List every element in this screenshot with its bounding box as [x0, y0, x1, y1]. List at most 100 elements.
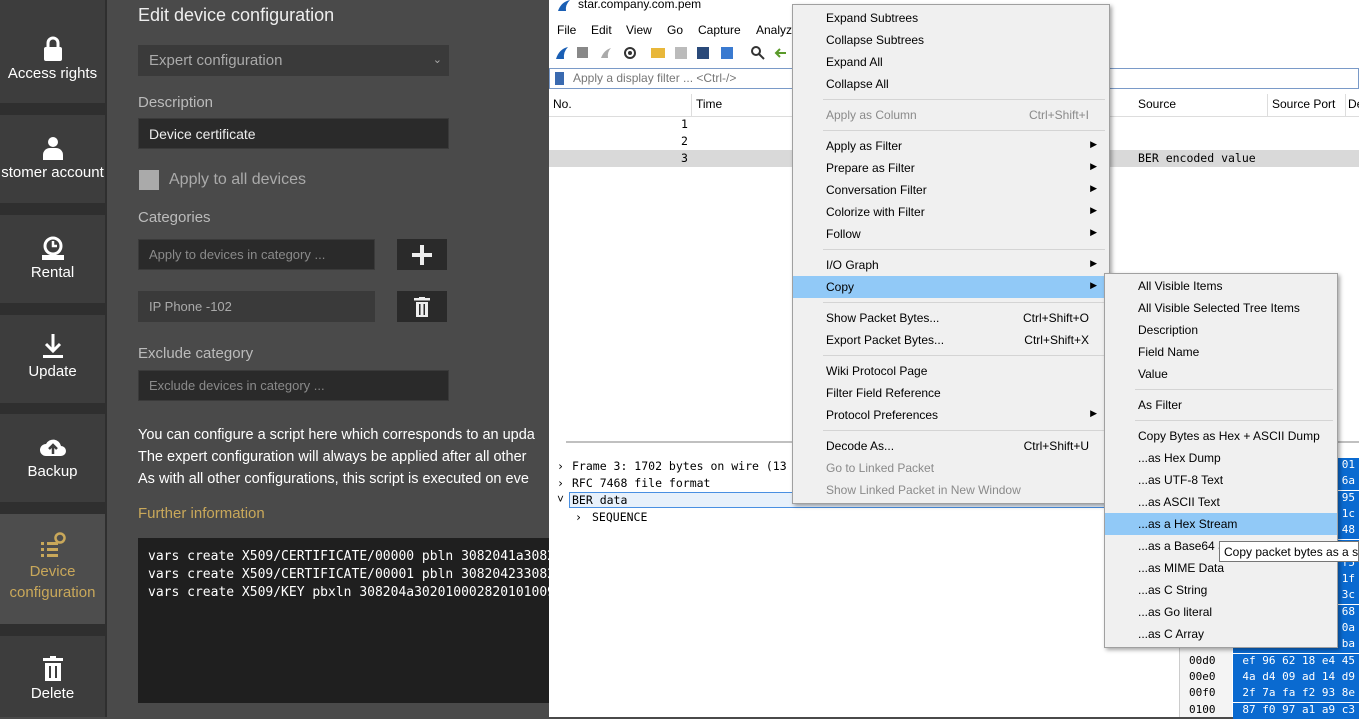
- detail-row[interactable]: RFC 7468 file format: [572, 476, 710, 490]
- menu-item[interactable]: Collapse Subtrees: [793, 29, 1109, 51]
- further-info-link[interactable]: Further information: [138, 505, 265, 522]
- menu-item[interactable]: Filter Field Reference: [793, 382, 1109, 404]
- capture-options-icon[interactable]: [623, 46, 637, 60]
- menu-item[interactable]: Colorize with Filter ▶: [793, 201, 1109, 223]
- hex-bytes[interactable]: 4a d4 09 ad 14 d9: [1233, 669, 1359, 686]
- apply-all-checkbox[interactable]: [139, 170, 159, 190]
- script-editor[interactable]: vars create X509/CERTIFICATE/00000 pbln …: [138, 538, 549, 703]
- menu-view[interactable]: View: [626, 23, 652, 37]
- expand-arrow-icon[interactable]: ›: [557, 476, 564, 490]
- menu-item[interactable]: Value: [1105, 363, 1337, 385]
- submenu-arrow-icon: ▶: [1090, 408, 1097, 418]
- exclude-input[interactable]: Exclude devices in category ...: [138, 370, 449, 401]
- menu-item[interactable]: Export Packet Bytes... Ctrl+Shift+X: [793, 329, 1109, 351]
- menu-item[interactable]: ...as a Hex Stream: [1105, 513, 1337, 535]
- menu-item-label: Colorize with Filter: [826, 205, 925, 219]
- stop-capture-icon[interactable]: [577, 47, 588, 58]
- hex-bytes[interactable]: ef 96 62 18 e4 45: [1233, 653, 1359, 670]
- add-category-button[interactable]: [397, 239, 447, 270]
- menu-item[interactable]: Expand All: [793, 51, 1109, 73]
- nav-rental[interactable]: Rental: [0, 215, 105, 303]
- hex-bytes[interactable]: 87 f0 97 a1 a9 c3: [1233, 702, 1359, 719]
- menu-item[interactable]: Collapse All: [793, 73, 1109, 95]
- packet-no: 3: [681, 151, 688, 165]
- menu-item[interactable]: Prepare as Filter ▶: [793, 157, 1109, 179]
- config-type-select[interactable]: Expert configuration ⌄: [138, 45, 449, 76]
- menu-item[interactable]: Description: [1105, 319, 1337, 341]
- menu-item[interactable]: All Visible Items: [1105, 275, 1337, 297]
- menu-item[interactable]: ...as C Array: [1105, 623, 1337, 645]
- menu-item-label: ...as UTF-8 Text: [1138, 473, 1224, 487]
- menu-file[interactable]: File: [557, 23, 576, 37]
- user-icon: [42, 137, 63, 160]
- submenu-arrow-icon: ▶: [1090, 258, 1097, 268]
- detail-row[interactable]: SEQUENCE: [592, 510, 647, 524]
- go-back-icon[interactable]: [773, 46, 787, 60]
- menu-item[interactable]: Conversation Filter ▶: [793, 179, 1109, 201]
- menu-item-label: ...as C Array: [1138, 627, 1205, 641]
- rental-icon: [41, 236, 64, 260]
- menu-item[interactable]: ...as C String: [1105, 579, 1337, 601]
- menu-item[interactable]: Show Packet Bytes... Ctrl+Shift+O: [793, 307, 1109, 329]
- column-no[interactable]: No.: [553, 97, 572, 111]
- expand-arrow-icon[interactable]: ›: [575, 510, 582, 524]
- menu-item[interactable]: Follow ▶: [793, 223, 1109, 245]
- menu-item[interactable]: Apply as Filter ▶: [793, 135, 1109, 157]
- nav-customer-account[interactable]: stomer account: [0, 115, 105, 203]
- menu-item[interactable]: ...as UTF-8 Text: [1105, 469, 1337, 491]
- nav-update[interactable]: Update: [0, 315, 105, 403]
- start-capture-icon[interactable]: [555, 46, 569, 60]
- menu-go[interactable]: Go: [667, 23, 683, 37]
- bookmark-icon[interactable]: [555, 72, 564, 85]
- menu-item: Go to Linked Packet: [793, 457, 1109, 479]
- collapse-arrow-icon[interactable]: ˅: [557, 492, 564, 507]
- menu-capture[interactable]: Capture: [698, 23, 741, 37]
- window-title: star.company.com.pem: [578, 0, 702, 11]
- menu-item[interactable]: I/O Graph ▶: [793, 254, 1109, 276]
- nav-backup[interactable]: Backup: [0, 414, 105, 502]
- menu-item[interactable]: All Visible Selected Tree Items: [1105, 297, 1337, 319]
- menu-item[interactable]: ...as Hex Dump: [1105, 447, 1337, 469]
- column-source-port[interactable]: Source Port: [1272, 97, 1335, 111]
- nav-delete[interactable]: Delete: [0, 636, 105, 717]
- menu-item[interactable]: Protocol Preferences ▶: [793, 404, 1109, 426]
- menu-item-label: ...as Go literal: [1138, 605, 1213, 619]
- close-file-icon[interactable]: [697, 47, 709, 59]
- restart-capture-icon[interactable]: [599, 46, 613, 60]
- open-file-icon[interactable]: [651, 48, 665, 58]
- menu-item[interactable]: Copy ▶: [793, 276, 1109, 298]
- description-input[interactable]: Device certificate: [138, 118, 449, 149]
- menu-item-label: ...as MIME Data: [1138, 561, 1225, 575]
- menu-item[interactable]: As Filter: [1105, 394, 1337, 416]
- column-source[interactable]: Source: [1138, 97, 1176, 111]
- categories-input[interactable]: Apply to devices in category ...: [138, 239, 375, 270]
- column-time[interactable]: Time: [696, 97, 722, 111]
- menu-analyze[interactable]: Analyz: [756, 23, 792, 37]
- find-icon[interactable]: [751, 46, 765, 60]
- menu-item-label: Conversation Filter: [826, 183, 927, 197]
- menu-edit[interactable]: Edit: [591, 23, 612, 37]
- menu-item[interactable]: Field Name: [1105, 341, 1337, 363]
- submenu-arrow-icon: ▶: [1090, 205, 1097, 215]
- menu-item[interactable]: Decode As... Ctrl+Shift+U: [793, 435, 1109, 457]
- menu-separator: [823, 130, 1105, 131]
- column-destination[interactable]: De: [1348, 97, 1359, 111]
- menu-item[interactable]: Expand Subtrees: [793, 7, 1109, 29]
- menu-item[interactable]: Wiki Protocol Page: [793, 360, 1109, 382]
- expand-arrow-icon[interactable]: ›: [557, 459, 564, 473]
- nav-access-rights[interactable]: Access rights: [0, 0, 105, 103]
- nav-device-configuration[interactable]: Device configuration: [0, 514, 105, 624]
- reload-icon[interactable]: [721, 47, 733, 59]
- save-file-icon[interactable]: [675, 47, 687, 59]
- hex-bytes[interactable]: 2f 7a fa f2 93 8e: [1233, 686, 1359, 703]
- info-line: The expert configuration will always be …: [138, 449, 527, 465]
- menu-separator: [1135, 389, 1333, 390]
- menu-item[interactable]: ...as Go literal: [1105, 601, 1337, 623]
- display-filter-input[interactable]: Apply a display filter ... <Ctrl-/>: [573, 71, 736, 85]
- remove-category-button[interactable]: [397, 291, 447, 322]
- menu-item-label: Filter Field Reference: [826, 386, 941, 400]
- menu-item[interactable]: Copy Bytes as Hex + ASCII Dump: [1105, 425, 1337, 447]
- menu-item-label: Show Linked Packet in New Window: [826, 483, 1021, 497]
- menu-item[interactable]: ...as ASCII Text: [1105, 491, 1337, 513]
- detail-row[interactable]: Frame 3: 1702 bytes on wire (13: [572, 459, 787, 473]
